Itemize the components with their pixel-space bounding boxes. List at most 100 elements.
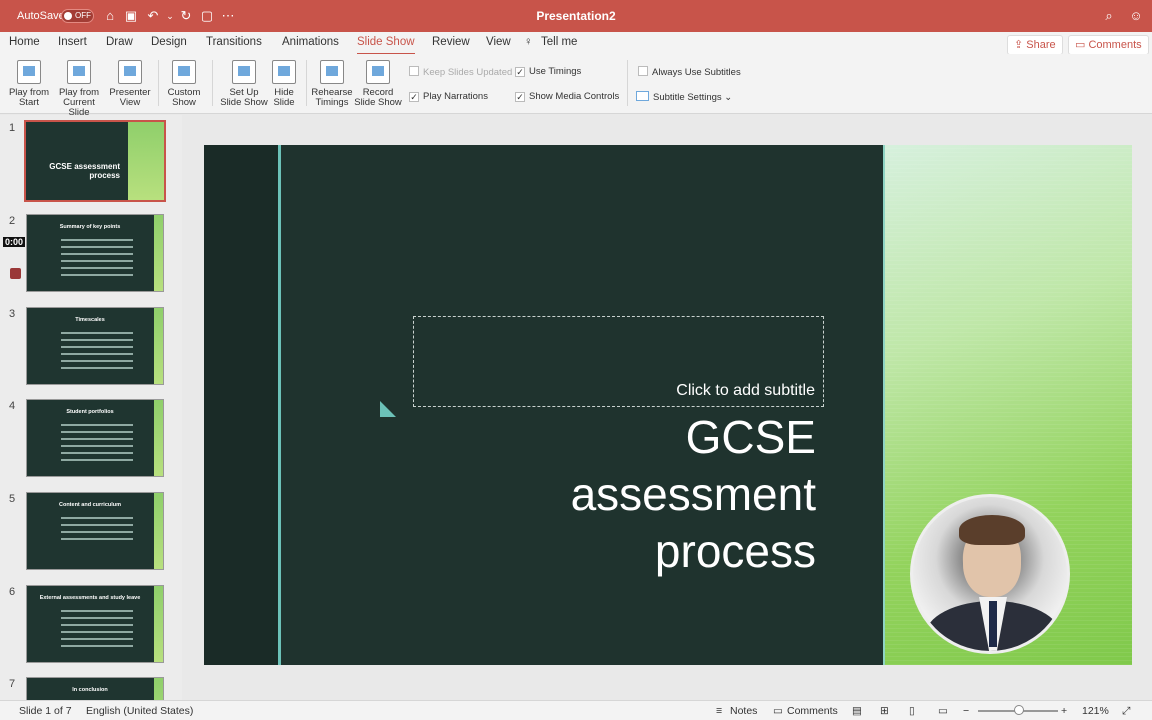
- tab-transitions[interactable]: Transitions: [206, 36, 262, 48]
- thumbnail-body: [61, 610, 133, 652]
- thumbnail-accent: [154, 215, 163, 291]
- tab-draw[interactable]: Draw: [106, 36, 133, 48]
- comments-button[interactable]: ▭ Comments: [1068, 35, 1149, 55]
- zoom-slider-handle[interactable]: [1014, 705, 1024, 715]
- presenter-view-icon: [118, 60, 142, 84]
- presenter-video[interactable]: [910, 494, 1070, 654]
- play-narrations-checkbox[interactable]: ✓ Play Narrations: [409, 91, 488, 102]
- zoom-in-icon[interactable]: +: [1061, 705, 1067, 717]
- slideshow-view-icon[interactable]: ▭: [938, 705, 948, 717]
- thumbnail-accent: [154, 493, 163, 569]
- subtitle-settings-dropdown[interactable]: Subtitle Settings ⌄: [636, 91, 732, 103]
- slide-number: 4: [9, 400, 16, 412]
- play-from-current-button[interactable]: Play from Current Slide: [52, 60, 106, 118]
- slide-thumbnail-2[interactable]: Summary of key points: [26, 214, 164, 292]
- slide-thumbnail-3[interactable]: Timescales: [26, 307, 164, 385]
- search-icon[interactable]: ⌕: [1101, 8, 1117, 24]
- set-up-label: Set Up Slide Show: [220, 87, 268, 108]
- autosave-toggle[interactable]: OFF: [61, 9, 94, 23]
- presenter-hair: [959, 515, 1025, 545]
- slide-accent-line: [278, 145, 281, 665]
- custom-show-label: Custom Show: [167, 87, 201, 108]
- always-subtitles-label: Always Use Subtitles: [652, 67, 741, 78]
- ribbon-divider: [627, 60, 628, 106]
- play-from-start-button[interactable]: Play from Start: [6, 60, 52, 108]
- smiley-icon[interactable]: ☺: [1128, 8, 1144, 24]
- slide-number: 6: [9, 586, 16, 598]
- slide-title[interactable]: GCSE assessment process: [464, 409, 816, 580]
- slide-thumbnail-1[interactable]: GCSE assessment process: [24, 120, 166, 202]
- show-media-controls-checkbox[interactable]: ✓ Show Media Controls: [515, 91, 619, 102]
- keep-slides-updated-checkbox[interactable]: Keep Slides Updated: [409, 66, 512, 78]
- comments-status-button[interactable]: Comments: [787, 705, 838, 717]
- record-icon: [366, 60, 390, 84]
- custom-show-button[interactable]: Custom Show: [164, 60, 204, 108]
- slide-number: 7: [9, 678, 16, 690]
- thumbnail-accent: [128, 122, 164, 200]
- zoom-level[interactable]: 121%: [1082, 705, 1109, 717]
- zoom-out-icon[interactable]: −: [963, 705, 969, 717]
- comment-icon: ▭: [773, 705, 783, 717]
- share-button[interactable]: ⇪ Share: [1007, 35, 1063, 55]
- record-stop-icon[interactable]: [10, 268, 21, 279]
- show-media-label: Show Media Controls: [529, 91, 620, 102]
- rehearse-timings-button[interactable]: Rehearse Timings: [311, 60, 353, 108]
- slide-number: 1: [9, 122, 16, 134]
- tab-view[interactable]: View: [486, 36, 511, 48]
- tab-design[interactable]: Design: [151, 36, 187, 48]
- language-indicator[interactable]: English (United States): [86, 705, 193, 717]
- play-icon: [17, 60, 41, 84]
- thumbnail-accent: [154, 400, 163, 476]
- autosave-state: OFF: [75, 11, 91, 20]
- save-icon[interactable]: ▣: [123, 8, 139, 24]
- slide-thumbnail-4[interactable]: Student portfolios: [26, 399, 164, 477]
- thumbnail-title: Timescales: [75, 317, 105, 323]
- slide-editor[interactable]: Click to add subtitle GCSE assessment pr…: [204, 145, 1132, 665]
- undo-icon[interactable]: ↶: [145, 8, 161, 24]
- normal-view-icon[interactable]: ▤: [852, 705, 862, 717]
- tab-home[interactable]: Home: [9, 36, 40, 48]
- reading-view-icon[interactable]: ▯: [909, 705, 915, 717]
- tab-insert[interactable]: Insert: [58, 36, 87, 48]
- record-slide-show-button[interactable]: Record Slide Show: [354, 60, 402, 108]
- play-narrations-label: Play Narrations: [423, 91, 488, 102]
- use-timings-checkbox[interactable]: ✓ Use Timings: [515, 66, 581, 77]
- redo-icon[interactable]: ↻: [178, 8, 194, 24]
- slide-left-band: [204, 145, 278, 665]
- thumbnail-title: Student portfolios: [66, 409, 114, 415]
- notes-icon: ≡: [716, 705, 723, 717]
- hide-slide-label: Hide Slide: [273, 87, 295, 108]
- fit-to-window-icon[interactable]: ⤢: [1122, 705, 1130, 718]
- tab-tell-me[interactable]: Tell me: [541, 36, 577, 48]
- ribbon-divider: [158, 60, 159, 106]
- share-icon: ⇪: [1014, 39, 1027, 51]
- lightbulb-icon: ♀: [524, 36, 533, 48]
- record-label: Record Slide Show: [354, 87, 402, 108]
- more-icon[interactable]: ⋯: [220, 8, 236, 24]
- ribbon-divider: [212, 60, 213, 106]
- tab-slide-show[interactable]: Slide Show: [357, 36, 415, 55]
- thumbnail-accent: [154, 586, 163, 662]
- checkmark-icon: ✓: [515, 92, 525, 102]
- slide-thumbnail-6[interactable]: External assessments and study leave: [26, 585, 164, 663]
- set-up-slide-show-button[interactable]: Set Up Slide Show: [218, 60, 270, 108]
- tab-animations[interactable]: Animations: [282, 36, 339, 48]
- subtitle-placeholder[interactable]: Click to add subtitle: [413, 316, 824, 407]
- slide-thumbnail-5[interactable]: Content and curriculum: [26, 492, 164, 570]
- hide-slide-button[interactable]: Hide Slide: [270, 60, 298, 108]
- presenter-view-button[interactable]: Presenter View: [108, 60, 152, 108]
- home-icon[interactable]: ⌂: [102, 8, 118, 24]
- thumbnail-title: In conclusion: [72, 687, 108, 693]
- notes-button[interactable]: Notes: [730, 705, 757, 717]
- always-use-subtitles-checkbox[interactable]: Always Use Subtitles: [638, 66, 741, 78]
- subtitle-icon: [636, 91, 649, 101]
- new-doc-icon[interactable]: ▢: [199, 8, 215, 24]
- presenter-view-label: Presenter View: [109, 87, 151, 108]
- chevron-down-icon[interactable]: ⌄: [162, 8, 178, 24]
- play-from-start-label: Play from Start: [8, 87, 50, 108]
- slide-number: 3: [9, 308, 16, 320]
- slide-sorter-icon[interactable]: ⊞: [880, 705, 889, 717]
- slide-thumbnail-7[interactable]: In conclusion: [26, 677, 164, 700]
- presenter-tie: [989, 601, 997, 647]
- tab-review[interactable]: Review: [432, 36, 470, 48]
